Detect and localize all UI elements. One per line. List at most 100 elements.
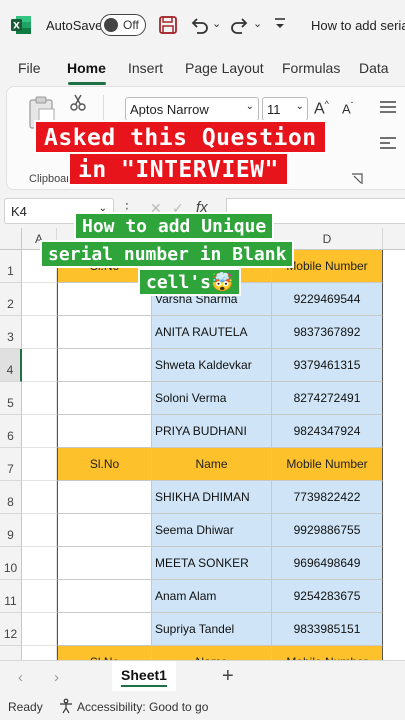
cell-b4[interactable] (57, 349, 152, 382)
toggle-knob (104, 18, 118, 32)
row-header-11[interactable]: 11 (0, 580, 22, 613)
save-icon[interactable] (158, 15, 178, 35)
row-header-3[interactable]: 3 (0, 316, 22, 349)
cell-d2[interactable]: 9229469544 (272, 283, 383, 316)
cell-b12[interactable] (57, 613, 152, 646)
column-header-e[interactable] (383, 228, 405, 250)
select-all-corner[interactable] (0, 228, 22, 250)
cell-b5[interactable] (57, 382, 152, 415)
increase-font-size-icon[interactable]: A^ (314, 99, 329, 118)
cell-b9[interactable] (57, 514, 152, 547)
cell-c11[interactable]: Anam Alam (152, 580, 272, 613)
dialog-launcher-icon[interactable] (351, 173, 363, 185)
cell-b7[interactable]: Sl.No (57, 448, 152, 481)
font-size-select[interactable]: 11 ⌄ (262, 97, 308, 121)
tab-file[interactable]: File (18, 60, 41, 76)
row-header-1[interactable]: 1 (0, 250, 22, 283)
row-header-4[interactable]: 4 (0, 349, 22, 382)
cell-a2[interactable] (22, 315, 57, 316)
cell-c12[interactable]: Supriya Tandel (152, 613, 272, 646)
cell-d8[interactable]: 7739822422 (272, 481, 383, 514)
tab-formulas[interactable]: Formulas (282, 60, 340, 76)
row-header-5[interactable]: 5 (0, 382, 22, 415)
font-name-select[interactable]: Aptos Narrow ⌄ (125, 97, 259, 121)
cell-a10[interactable] (22, 579, 57, 580)
row-header-6[interactable]: 6 (0, 415, 22, 448)
accessibility-status[interactable]: Accessibility: Good to go (77, 700, 208, 714)
cell-a1[interactable] (22, 282, 57, 283)
row-header-2[interactable]: 2 (0, 283, 22, 316)
cell-d12[interactable]: 9833985151 (272, 613, 383, 646)
svg-text:X: X (13, 22, 20, 32)
cell-d4[interactable]: 9379461315 (272, 349, 383, 382)
sheet-tab-sheet1[interactable]: Sheet1 (112, 661, 176, 691)
row-header-12[interactable]: 12 (0, 613, 22, 646)
cell-d6[interactable]: 9824347924 (272, 415, 383, 448)
align-left-icon[interactable] (379, 135, 397, 151)
cell-d3[interactable]: 9837367892 (272, 316, 383, 349)
autosave-toggle[interactable]: Off (100, 14, 146, 36)
cell-c6[interactable]: PRIYA BUDHANI (152, 415, 272, 448)
cell-a8[interactable] (22, 513, 57, 514)
cell-b10[interactable] (57, 547, 152, 580)
row-header-10[interactable]: 10 (0, 547, 22, 580)
cell-c4[interactable]: Shweta Kaldevkar (152, 349, 272, 382)
cell-a4[interactable] (22, 381, 57, 382)
accessibility-icon[interactable] (58, 698, 74, 714)
tab-page-layout[interactable]: Page Layout (185, 60, 264, 76)
cell-b3[interactable] (57, 316, 152, 349)
cell-d11[interactable]: 9254283675 (272, 580, 383, 613)
row-header-9[interactable]: 9 (0, 514, 22, 547)
tab-insert[interactable]: Insert (128, 60, 163, 76)
overlay-caption-green-2: serial number in Blank (40, 240, 295, 268)
cell-c13[interactable]: Name (152, 646, 272, 660)
cell-b11[interactable] (57, 580, 152, 613)
align-top-icon[interactable] (379, 99, 397, 115)
undo-icon[interactable] (188, 14, 210, 36)
cell-d5[interactable]: 8274272491 (272, 382, 383, 415)
row-header-7[interactable]: 7 (0, 448, 22, 481)
title-bar: X AutoSave Off ⌄ ⌄ How to add serial (0, 0, 405, 52)
cell-c5[interactable]: Soloni Verma (152, 382, 272, 415)
cell-c10[interactable]: MEETA SONKER (152, 547, 272, 580)
row-header-13[interactable]: 13 (0, 646, 22, 660)
cell-d7[interactable]: Mobile Number (272, 448, 383, 481)
cell-c9[interactable]: Seema Dhiwar (152, 514, 272, 547)
cell-c3[interactable]: ANITA RAUTELA (152, 316, 272, 349)
previous-sheet-icon[interactable]: ‹ (18, 669, 23, 686)
cell-d13[interactable]: Mobile Number (272, 646, 383, 660)
row-number: 2 (7, 297, 14, 311)
row-number: 10 (3, 561, 18, 575)
tab-home[interactable]: Home (67, 60, 106, 76)
status-ready: Ready (8, 700, 43, 714)
cell-b8[interactable] (57, 481, 152, 514)
cell-a11[interactable] (22, 612, 57, 613)
chevron-down-icon: ⌄ (245, 101, 254, 112)
cell-c8[interactable]: SHIKHA DHIMAN (152, 481, 272, 514)
tab-data[interactable]: Data (359, 60, 389, 76)
gridline (56, 250, 57, 660)
customize-toolbar-icon[interactable] (273, 16, 287, 32)
next-sheet-icon[interactable]: › (54, 669, 59, 686)
add-sheet-icon[interactable]: + (222, 665, 234, 688)
active-tab-indicator (68, 82, 106, 85)
overlay-caption-green-3: cell's🤯 (138, 268, 242, 296)
cell-b13[interactable]: Sl.No (57, 646, 152, 660)
redo-dropdown-icon[interactable]: ⌄ (253, 17, 262, 30)
redo-icon[interactable] (229, 14, 251, 36)
row-header-8[interactable]: 8 (0, 481, 22, 514)
cell-c7[interactable]: Name (152, 448, 272, 481)
row-number: 4 (6, 363, 14, 377)
cell-d9[interactable]: 9929886755 (272, 514, 383, 547)
cell-a12[interactable] (22, 645, 57, 646)
cell-d10[interactable]: 9696498649 (272, 547, 383, 580)
cell-a3[interactable] (22, 348, 57, 349)
cell-a6[interactable] (22, 447, 57, 448)
cell-a9[interactable] (22, 546, 57, 547)
cell-a7[interactable] (22, 480, 57, 481)
cell-b6[interactable] (57, 415, 152, 448)
decrease-font-size-icon[interactable]: Aˇ (342, 101, 353, 116)
cell-a5[interactable] (22, 414, 57, 415)
cut-icon[interactable] (69, 93, 87, 111)
undo-dropdown-icon[interactable]: ⌄ (212, 17, 221, 30)
